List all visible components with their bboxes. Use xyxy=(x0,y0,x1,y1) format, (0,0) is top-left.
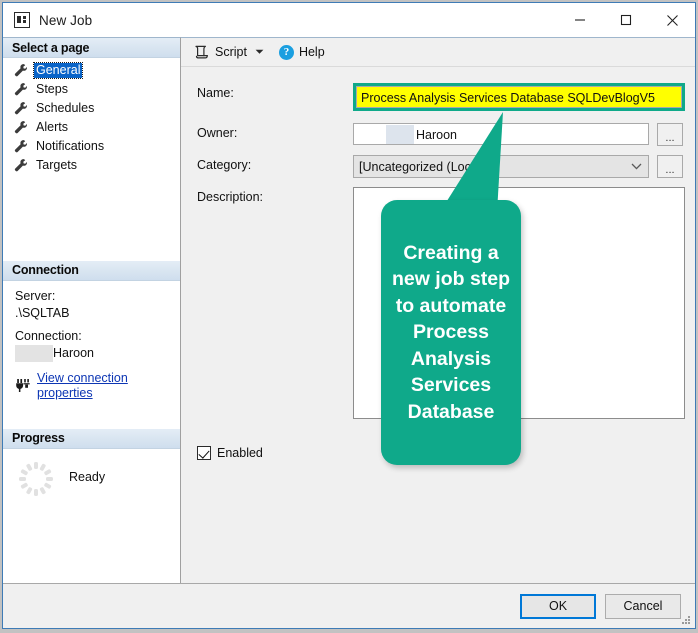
close-icon[interactable] xyxy=(649,3,695,37)
enabled-row[interactable]: Enabled xyxy=(197,446,263,460)
sidebar-item-alerts[interactable]: Alerts xyxy=(13,118,180,137)
connection-user-value: Haroon xyxy=(15,344,94,362)
owner-value: Haroon xyxy=(416,128,457,142)
screenshot-root: New Job Select a page General Steps Sche… xyxy=(0,0,698,633)
view-connection-properties-link[interactable]: View connection properties xyxy=(37,371,170,401)
script-button[interactable]: Script xyxy=(190,41,250,63)
new-job-dialog: New Job Select a page General Steps Sche… xyxy=(2,2,696,629)
cancel-button[interactable]: Cancel xyxy=(605,593,681,619)
left-navigation-pane: Select a page General Steps Schedules Al… xyxy=(3,37,181,583)
ok-button[interactable]: OK xyxy=(520,593,596,619)
owner-input[interactable]: Haroon xyxy=(353,123,649,145)
connection-section: Connection Server: .\SQLTAB Connection: … xyxy=(3,260,180,429)
resize-grip-icon[interactable] xyxy=(680,614,692,626)
sidebar-item-label: Targets xyxy=(36,158,77,172)
wrench-icon xyxy=(13,158,29,173)
dialog-toolbar: Script ? Help xyxy=(181,38,695,67)
connection-value-row: Haroon xyxy=(15,344,170,362)
connection-label: Connection: xyxy=(15,328,82,343)
sidebar-item-general[interactable]: General xyxy=(13,61,180,80)
script-label: Script xyxy=(215,45,247,59)
connection-header: Connection xyxy=(3,260,180,281)
category-label: Category: xyxy=(197,158,252,172)
sidebar-item-label: General xyxy=(32,62,84,79)
name-label: Name: xyxy=(197,86,234,100)
description-label: Description: xyxy=(197,190,263,204)
progress-status: Ready xyxy=(69,469,106,484)
window-title: New Job xyxy=(39,12,93,28)
annotation-callout: Creating a new job step to automate Proc… xyxy=(381,200,521,465)
category-dropdown[interactable]: [Uncategorized (Local)] xyxy=(353,155,649,178)
sidebar-item-label: Schedules xyxy=(36,101,95,115)
owner-label: Owner: xyxy=(197,126,238,140)
sidebar-item-label: Steps xyxy=(36,82,68,96)
progress-header: Progress xyxy=(3,428,180,449)
category-row: Category: [Uncategorized (Local)] ... xyxy=(181,155,695,187)
sidebar-item-label: Notifications xyxy=(36,139,105,153)
minimize-icon[interactable] xyxy=(557,3,603,37)
connection-body: Server: .\SQLTAB Connection: Haroon View… xyxy=(3,281,180,401)
chevron-down-icon[interactable] xyxy=(624,156,648,177)
wrench-icon xyxy=(13,82,29,97)
script-icon xyxy=(193,44,210,60)
sidebar-item-targets[interactable]: Targets xyxy=(13,156,180,175)
dialog-footer: OK Cancel xyxy=(3,583,695,628)
category-browse-button[interactable]: ... xyxy=(657,155,683,178)
progress-body: Ready xyxy=(3,449,180,498)
server-value: .\SQLTAB xyxy=(15,305,70,320)
help-button[interactable]: ? Help xyxy=(276,41,328,63)
sidebar-item-label: Alerts xyxy=(36,120,68,134)
progress-section: Progress Ready xyxy=(3,428,180,584)
progress-spinner-icon xyxy=(17,460,55,498)
category-value: [Uncategorized (Local)] xyxy=(359,160,489,174)
window-app-icon xyxy=(14,12,30,28)
connection-plug-icon xyxy=(15,378,31,393)
chevron-down-icon[interactable] xyxy=(252,42,268,62)
page-list: General Steps Schedules Alerts Notificat… xyxy=(3,58,180,175)
owner-browse-button[interactable]: ... xyxy=(657,123,683,146)
window-controls xyxy=(557,3,695,37)
enabled-label: Enabled xyxy=(217,446,263,460)
wrench-icon xyxy=(13,63,29,78)
wrench-icon xyxy=(13,120,29,135)
name-highlight-frame: Process Analysis Services Database SQLDe… xyxy=(353,83,685,111)
wrench-icon xyxy=(13,139,29,154)
name-input[interactable]: Process Analysis Services Database SQLDe… xyxy=(356,86,682,108)
enabled-checkbox[interactable] xyxy=(197,446,211,460)
select-a-page-header: Select a page xyxy=(3,38,180,58)
annotation-text: Creating a new job step to automate Proc… xyxy=(391,241,511,423)
maximize-icon[interactable] xyxy=(603,3,649,37)
view-connection-properties-row[interactable]: View connection properties xyxy=(15,371,170,401)
name-row: Name: Process Analysis Services Database… xyxy=(181,83,695,123)
sidebar-item-steps[interactable]: Steps xyxy=(13,80,180,99)
help-question-icon: ? xyxy=(278,44,294,60)
owner-row: Owner: Haroon ... xyxy=(181,123,695,155)
server-label: Server: xyxy=(15,288,56,303)
sidebar-item-schedules[interactable]: Schedules xyxy=(13,99,180,118)
title-bar[interactable]: New Job xyxy=(3,3,695,37)
wrench-icon xyxy=(13,101,29,116)
sidebar-item-notifications[interactable]: Notifications xyxy=(13,137,180,156)
help-label: Help xyxy=(298,45,325,59)
dialog-body: Select a page General Steps Schedules Al… xyxy=(3,37,695,583)
